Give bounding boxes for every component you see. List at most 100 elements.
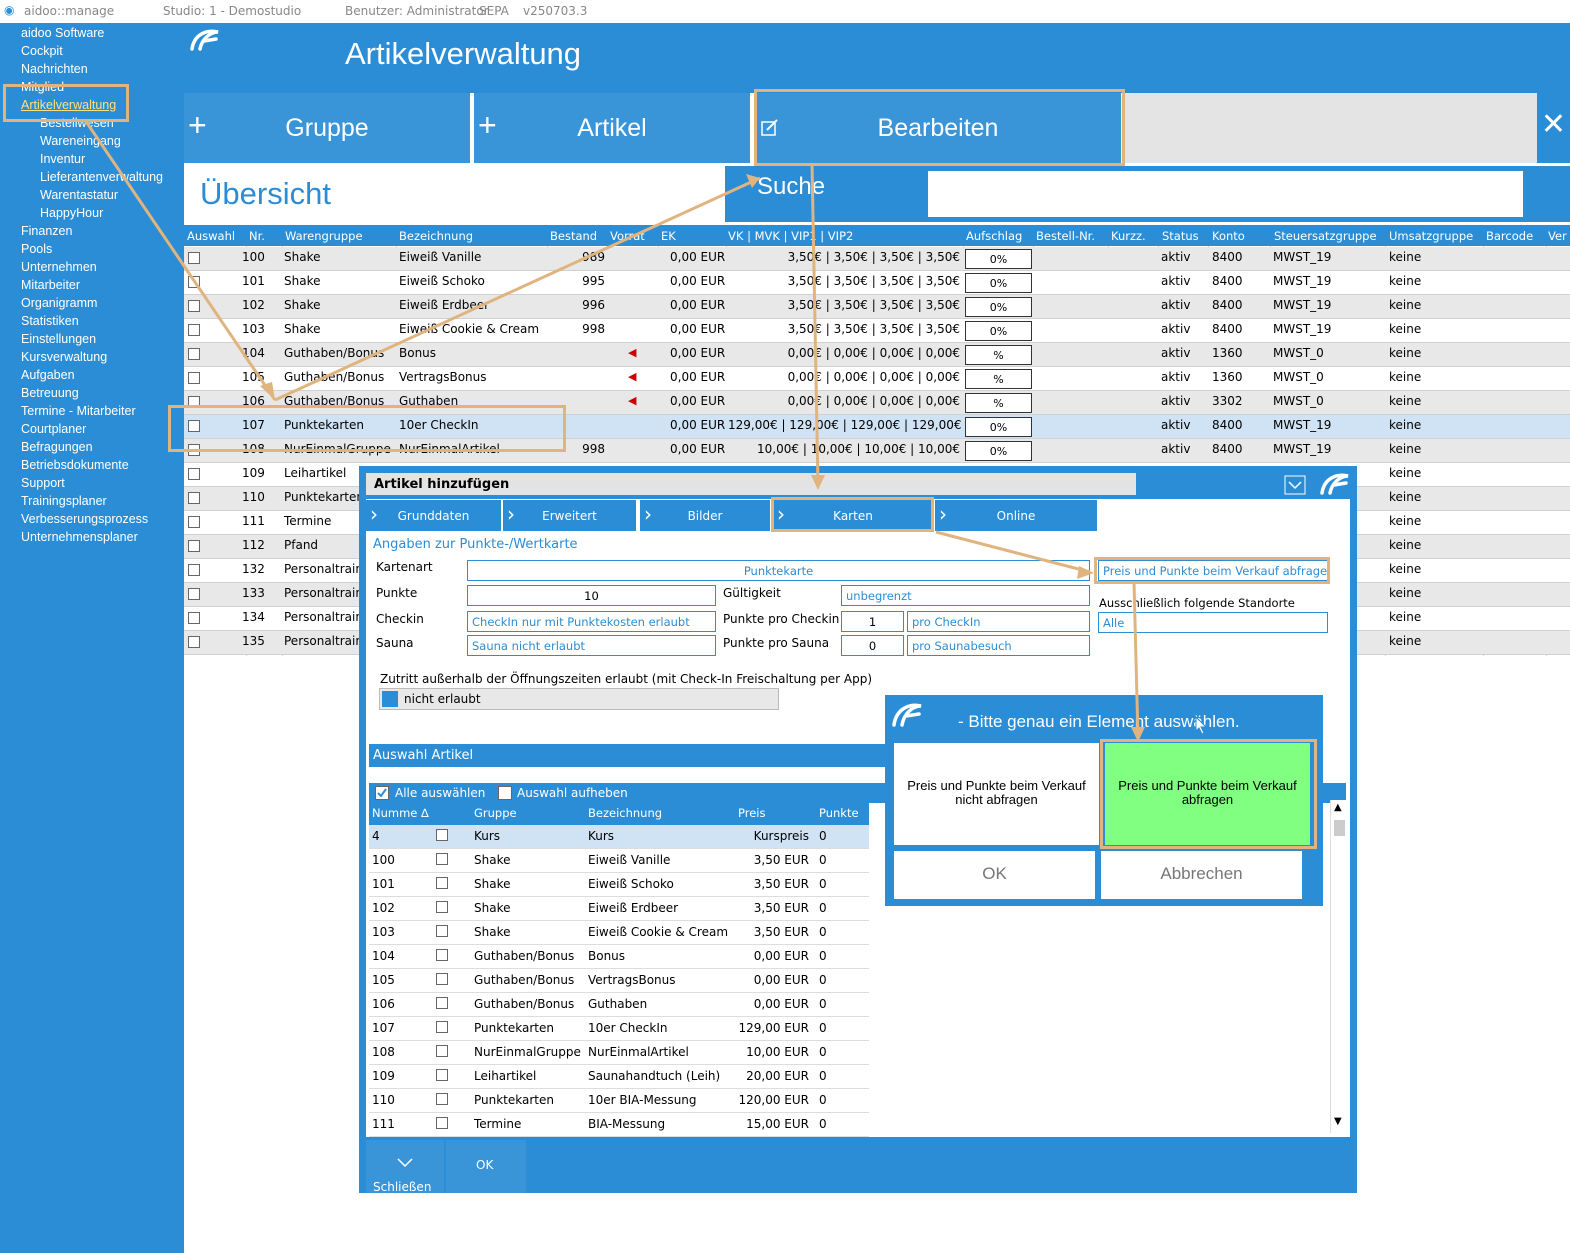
column-header[interactable]: Bestell-Nr.	[1036, 229, 1095, 243]
sidebar-item-15[interactable]: Organigramm	[21, 296, 97, 310]
tab-grunddaten[interactable]: › Grunddaten	[366, 500, 501, 531]
row-checkbox[interactable]	[188, 516, 200, 528]
item-checkbox[interactable]	[436, 949, 448, 961]
item-checkbox[interactable]	[436, 925, 448, 937]
list-item[interactable]: 105 Guthaben/Bonus VertragsBonus 0,00 EUR 0	[369, 969, 869, 993]
list-item[interactable]: 108 NurEinmalGruppe NurEinmalArtikel 10,00 …	[369, 1041, 869, 1065]
sidebar-item-23[interactable]: Befragungen	[21, 440, 93, 454]
list-item[interactable]: 111 Termine BIA-Messung 15,00 EUR 0	[369, 1113, 869, 1137]
sidebar-item-0[interactable]: aidoo Software	[21, 26, 104, 40]
aufschlag-field[interactable]: 0%	[965, 249, 1032, 269]
item-checkbox[interactable]	[436, 1045, 448, 1057]
add-group-button[interactable]: + Gruppe	[184, 93, 470, 163]
table-row[interactable]: 101 Shake Eiweiß Schoko 995 0,00 EUR 3,50€ | …	[184, 271, 1570, 295]
column-header[interactable]: EK	[661, 229, 676, 243]
item-checkbox[interactable]	[436, 901, 448, 913]
close-icon[interactable]: ✕	[1537, 93, 1570, 163]
sidebar-item-19[interactable]: Aufgaben	[21, 368, 75, 382]
column-header[interactable]: Barcode	[1486, 229, 1533, 243]
item-checkbox[interactable]	[436, 1117, 448, 1129]
collapse-button[interactable]	[1280, 473, 1310, 497]
row-checkbox[interactable]	[188, 300, 200, 312]
column-header[interactable]: Umsatzgruppe	[1389, 229, 1473, 243]
table-row[interactable]: 104 Guthaben/Bonus Bonus ◀ 0,00 EUR 0,00€ | 0…	[184, 343, 1570, 367]
scroll-up-icon[interactable]: ▲	[1334, 802, 1342, 813]
sauna-field[interactable]: Sauna nicht erlaubt	[467, 635, 716, 656]
item-column-header[interactable]: Bezeichnung	[588, 806, 662, 820]
sidebar-item-20[interactable]: Betreuung	[21, 386, 79, 400]
column-header[interactable]: Bestand	[550, 229, 597, 243]
zutritt-toggle[interactable]: nicht erlaubt	[379, 688, 779, 710]
column-header[interactable]: VK | MVK | VIP1 | VIP2	[728, 229, 853, 243]
gueltigkeit-field[interactable]: unbegrenzt	[841, 585, 1090, 606]
list-item[interactable]: 103 Shake Eiweiß Cookie & Cream 3,50 EUR 0	[369, 921, 869, 945]
row-checkbox[interactable]	[188, 540, 200, 552]
chevron-down-icon[interactable]	[1550, 166, 1570, 222]
sidebar-item-21[interactable]: Termine - Mitarbeiter	[21, 404, 136, 418]
list-item[interactable]: 104 Guthaben/Bonus Bonus 0,00 EUR 0	[369, 945, 869, 969]
column-header[interactable]: Vorrat	[610, 229, 645, 243]
aufschlag-field[interactable]: 0%	[965, 297, 1032, 317]
scrollbar[interactable]: ▲ ▼	[1330, 800, 1347, 1133]
row-checkbox[interactable]	[188, 564, 200, 576]
item-checkbox[interactable]	[436, 877, 448, 889]
modal-cancel-button[interactable]: Abbrechen	[1101, 851, 1302, 899]
row-checkbox[interactable]	[188, 612, 200, 624]
table-row[interactable]: 103 Shake Eiweiß Cookie & Cream 998 0,00 EUR…	[184, 319, 1570, 343]
sidebar-item-13[interactable]: Unternehmen	[21, 260, 97, 274]
sidebar-item-14[interactable]: Mitarbeiter	[21, 278, 80, 292]
row-checkbox[interactable]	[188, 636, 200, 648]
row-checkbox[interactable]	[188, 588, 200, 600]
column-header[interactable]: Warengruppe	[285, 229, 363, 243]
list-item[interactable]: 107 Punktekarten 10er CheckIn 129,00 EUR 0	[369, 1017, 869, 1041]
list-item[interactable]: 4 Kurs Kurs Kurspreis 0	[369, 825, 869, 849]
item-column-header[interactable]: Punkte	[819, 806, 859, 820]
tab-online[interactable]: › Online	[935, 500, 1097, 531]
sidebar-item-24[interactable]: Betriebsdokumente	[21, 458, 129, 472]
sidebar-item-27[interactable]: Verbesserungsprozess	[21, 512, 148, 526]
sidebar-item-28[interactable]: Unternehmensplaner	[21, 530, 138, 544]
sidebar-item-2[interactable]: Nachrichten	[21, 62, 88, 76]
sidebar-item-11[interactable]: Finanzen	[21, 224, 72, 238]
sidebar-item-18[interactable]: Kursverwaltung	[21, 350, 107, 364]
table-row[interactable]: 105 Guthaben/Bonus VertragsBonus ◀ 0,00 EUR 0…	[184, 367, 1570, 391]
table-row[interactable]: 100 Shake Eiweiß Vanille 989 0,00 EUR 3,50€ |…	[184, 247, 1570, 271]
list-item[interactable]: 110 Punktekarten 10er BIA-Messung 120,00 EU…	[369, 1089, 869, 1113]
pps-field[interactable]: 0	[841, 635, 904, 656]
sidebar-item-1[interactable]: Cockpit	[21, 44, 63, 58]
column-header[interactable]: Auswahl	[187, 229, 235, 243]
search-input[interactable]	[928, 171, 1523, 217]
row-checkbox[interactable]	[188, 324, 200, 336]
kartenart-field[interactable]: Punktekarte	[467, 560, 1090, 581]
checkin-field[interactable]: CheckIn nur mit Punktekosten erlaubt	[467, 611, 716, 632]
aufschlag-field[interactable]: %	[965, 369, 1032, 389]
list-item[interactable]: 102 Shake Eiweiß Erdbeer 3,50 EUR 0	[369, 897, 869, 921]
aufschlag-field[interactable]: 0%	[965, 321, 1032, 341]
row-checkbox[interactable]	[188, 372, 200, 384]
item-column-header[interactable]: Gruppe	[474, 806, 517, 820]
row-checkbox[interactable]	[188, 252, 200, 264]
aufschlag-field[interactable]: 0%	[965, 417, 1032, 437]
sidebar-item-25[interactable]: Support	[21, 476, 65, 490]
aufschlag-field[interactable]: 0%	[965, 273, 1032, 293]
item-column-header[interactable]: Preis	[738, 806, 765, 820]
item-checkbox[interactable]	[436, 829, 448, 841]
tab-erweitert[interactable]: › Erweitert	[503, 500, 636, 531]
sidebar-item-17[interactable]: Einstellungen	[21, 332, 96, 346]
item-checkbox[interactable]	[436, 1093, 448, 1105]
list-item[interactable]: 109 Leihartikel Saunahandtuch (Leih) 20,00 …	[369, 1065, 869, 1089]
column-header[interactable]: Kurzz.	[1111, 229, 1146, 243]
item-checkbox[interactable]	[436, 1021, 448, 1033]
ppc-field[interactable]: 1	[841, 611, 904, 632]
add-article-button[interactable]: + Artikel	[474, 93, 750, 163]
sidebar-item-8[interactable]: Lieferantenverwaltung	[40, 170, 163, 184]
dialog-ok-button[interactable]: OK	[446, 1140, 526, 1193]
item-checkbox[interactable]	[436, 1069, 448, 1081]
sidebar-item-10[interactable]: HappyHour	[40, 206, 103, 220]
sidebar-item-6[interactable]: Wareneingang	[40, 134, 121, 148]
sidebar-item-16[interactable]: Statistiken	[21, 314, 79, 328]
table-row[interactable]: 102 Shake Eiweiß Erdbeer 996 0,00 EUR 3,50€ |…	[184, 295, 1570, 319]
modal-ok-button[interactable]: OK	[894, 851, 1095, 899]
aufschlag-field[interactable]: 0%	[965, 441, 1032, 461]
column-header[interactable]: Ver	[1548, 229, 1567, 243]
